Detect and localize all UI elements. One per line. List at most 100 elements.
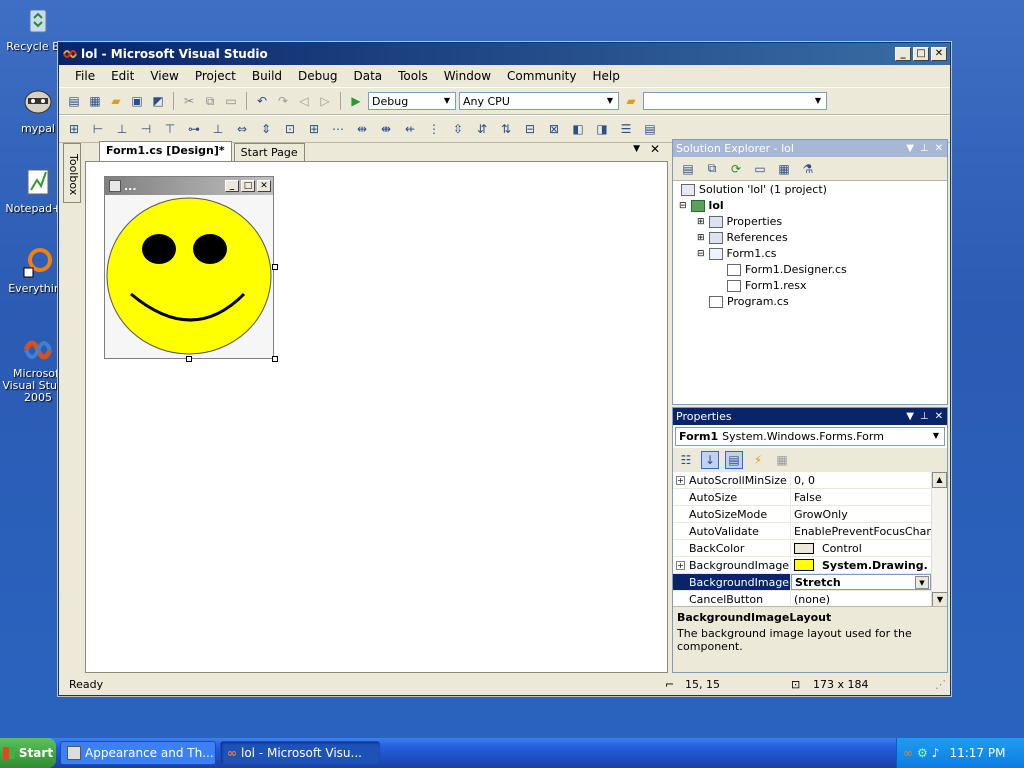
clock[interactable]: 11:17 PM (949, 746, 1005, 760)
menu-project[interactable]: Project (187, 67, 244, 85)
resize-handle-right[interactable] (272, 264, 278, 270)
form-maximize-button[interactable]: □ (241, 180, 255, 192)
center-horizontally-icon[interactable]: ⊟ (521, 120, 539, 138)
refresh-icon[interactable]: ⟳ (727, 160, 745, 178)
size-to-grid-icon[interactable]: ⊞ (305, 120, 323, 138)
property-row[interactable]: BackColor Control (673, 540, 931, 557)
collapse-icon[interactable]: ⊟ (697, 249, 705, 259)
start-button[interactable]: Start (0, 738, 56, 768)
taskbar-button-appearance[interactable]: Appearance and Th... (60, 741, 216, 765)
menu-community[interactable]: Community (499, 67, 584, 85)
form1-preview[interactable]: ... _ □ ✕ (104, 176, 274, 359)
property-row[interactable]: AutoSizeMode GrowOnly (673, 506, 931, 523)
increase-vspacing-icon[interactable]: ⇳ (449, 120, 467, 138)
solution-config-combo[interactable]: Debug ▼ (368, 92, 456, 110)
tab-list-chevron-icon[interactable]: ▼ (633, 144, 640, 154)
property-row-selected[interactable]: BackgroundImageLayout Stretch ▼ (673, 574, 931, 591)
align-rights-icon[interactable]: ⊣ (137, 120, 155, 138)
form-minimize-button[interactable]: _ (225, 180, 239, 192)
tab-order-icon[interactable]: ☰ (617, 120, 635, 138)
visual-studio-tray-icon[interactable]: ∞ (903, 746, 913, 760)
find-combo[interactable]: ▼ (643, 92, 827, 110)
property-value[interactable]: GrowOnly (791, 506, 931, 522)
paste-icon[interactable]: ▭ (222, 92, 240, 110)
vertical-spacing-icon[interactable]: ⋮ (425, 120, 443, 138)
toolbox-tab[interactable]: Toolbox (63, 143, 81, 203)
close-button[interactable]: ✕ (931, 47, 947, 61)
chevron-down-icon[interactable]: ▼ (915, 576, 929, 589)
cut-icon[interactable]: ✂ (180, 92, 198, 110)
form-designer-surface[interactable]: ... _ □ ✕ (85, 161, 668, 673)
resize-handle-corner[interactable] (272, 356, 278, 362)
panel-dropdown-icon[interactable]: ▼ (906, 411, 914, 422)
property-grid-scrollbar[interactable]: ▲ ▼ (931, 472, 947, 608)
properties-view-icon[interactable]: ▤ (725, 451, 743, 469)
decrease-hspacing-icon[interactable]: ⇼ (377, 120, 395, 138)
decrease-vspacing-icon[interactable]: ⇵ (473, 120, 491, 138)
align-tops-icon[interactable]: ⊤ (161, 120, 179, 138)
tree-item-project[interactable]: ⊟ lol (679, 199, 724, 212)
property-value[interactable]: (none) (791, 591, 931, 607)
save-icon[interactable]: ▣ (128, 92, 146, 110)
property-value[interactable]: False (791, 489, 931, 505)
remove-vspacing-icon[interactable]: ⇅ (497, 120, 515, 138)
view-code-icon[interactable]: ▭ (751, 160, 769, 178)
form1-titlebar[interactable]: ... _ □ ✕ (105, 177, 273, 195)
maximize-button[interactable]: □ (913, 47, 929, 61)
categorized-icon[interactable]: ☷ (677, 451, 695, 469)
close-document-icon[interactable]: ✕ (650, 142, 660, 156)
property-value[interactable]: EnablePreventFocusChan (791, 523, 931, 539)
find-in-files-icon[interactable]: ▰ (622, 92, 640, 110)
taskbar-button-visual-studio[interactable]: ∞ lol - Microsoft Visu... (220, 741, 380, 765)
object-selector-combo[interactable]: Form1 System.Windows.Forms.Form ▼ (675, 427, 945, 446)
center-vertically-icon[interactable]: ⊠ (545, 120, 563, 138)
new-project-icon[interactable]: ▤ (65, 92, 83, 110)
open-folder-icon[interactable]: ▰ (107, 92, 125, 110)
align-bottoms-icon[interactable]: ⊥ (209, 120, 227, 138)
redo-icon[interactable]: ↷ (274, 92, 292, 110)
align-centers-icon[interactable]: ⊥ (113, 120, 131, 138)
alphabetical-icon[interactable]: ↓ (701, 451, 719, 469)
close-icon[interactable]: ✕ (935, 411, 943, 422)
navigate-forward-icon[interactable]: ▷ (316, 92, 334, 110)
menu-help[interactable]: Help (584, 67, 627, 85)
resize-grip-icon[interactable]: ⋰ (935, 678, 946, 691)
menu-view[interactable]: View (142, 67, 186, 85)
form-close-button[interactable]: ✕ (257, 180, 271, 192)
start-debugging-icon[interactable]: ▶ (347, 92, 365, 110)
tree-item-form1-resx[interactable]: Form1.resx (727, 279, 807, 292)
lock-controls-icon[interactable]: ▤ (641, 120, 659, 138)
tree-item-solution[interactable]: Solution 'lol' (1 project) (681, 183, 827, 196)
view-designer-icon[interactable]: ▦ (775, 160, 793, 178)
menu-window[interactable]: Window (436, 67, 499, 85)
make-same-height-icon[interactable]: ⇕ (257, 120, 275, 138)
events-icon[interactable]: ⚡ (749, 451, 767, 469)
navigate-back-icon[interactable]: ◁ (295, 92, 313, 110)
undo-icon[interactable]: ↶ (253, 92, 271, 110)
window-titlebar[interactable]: lol - Microsoft Visual Studio _ □ ✕ (59, 43, 950, 65)
property-value[interactable]: Stretch ▼ (791, 574, 931, 590)
menu-debug[interactable]: Debug (290, 67, 345, 85)
pin-icon[interactable]: ⊥ (920, 411, 929, 422)
minimize-button[interactable]: _ (895, 47, 911, 61)
menu-file[interactable]: File (67, 67, 103, 85)
property-pages-icon[interactable]: ▦ (773, 451, 791, 469)
view-class-diagram-icon[interactable]: ⚗ (799, 160, 817, 178)
property-value[interactable]: Control (791, 540, 931, 556)
volume-tray-icon[interactable]: ♪ (932, 746, 940, 760)
show-all-files-icon[interactable]: ⧉ (703, 160, 721, 178)
save-all-icon[interactable]: ◩ (149, 92, 167, 110)
menu-build[interactable]: Build (244, 67, 290, 85)
horizontal-spacing-icon[interactable]: ⋯ (329, 120, 347, 138)
align-lefts-icon[interactable]: ⊢ (89, 120, 107, 138)
expand-icon[interactable]: + (676, 475, 685, 485)
add-item-icon[interactable]: ▦ (86, 92, 104, 110)
menu-edit[interactable]: Edit (103, 67, 142, 85)
scroll-up-icon[interactable]: ▲ (932, 472, 947, 488)
expand-icon[interactable]: ⊞ (697, 233, 705, 243)
make-same-size-icon[interactable]: ⊡ (281, 120, 299, 138)
resize-handle-bottom[interactable] (186, 356, 192, 362)
property-row[interactable]: AutoSize False (673, 489, 931, 506)
tree-item-form1-designer[interactable]: Form1.Designer.cs (727, 263, 847, 276)
menu-data[interactable]: Data (345, 67, 390, 85)
